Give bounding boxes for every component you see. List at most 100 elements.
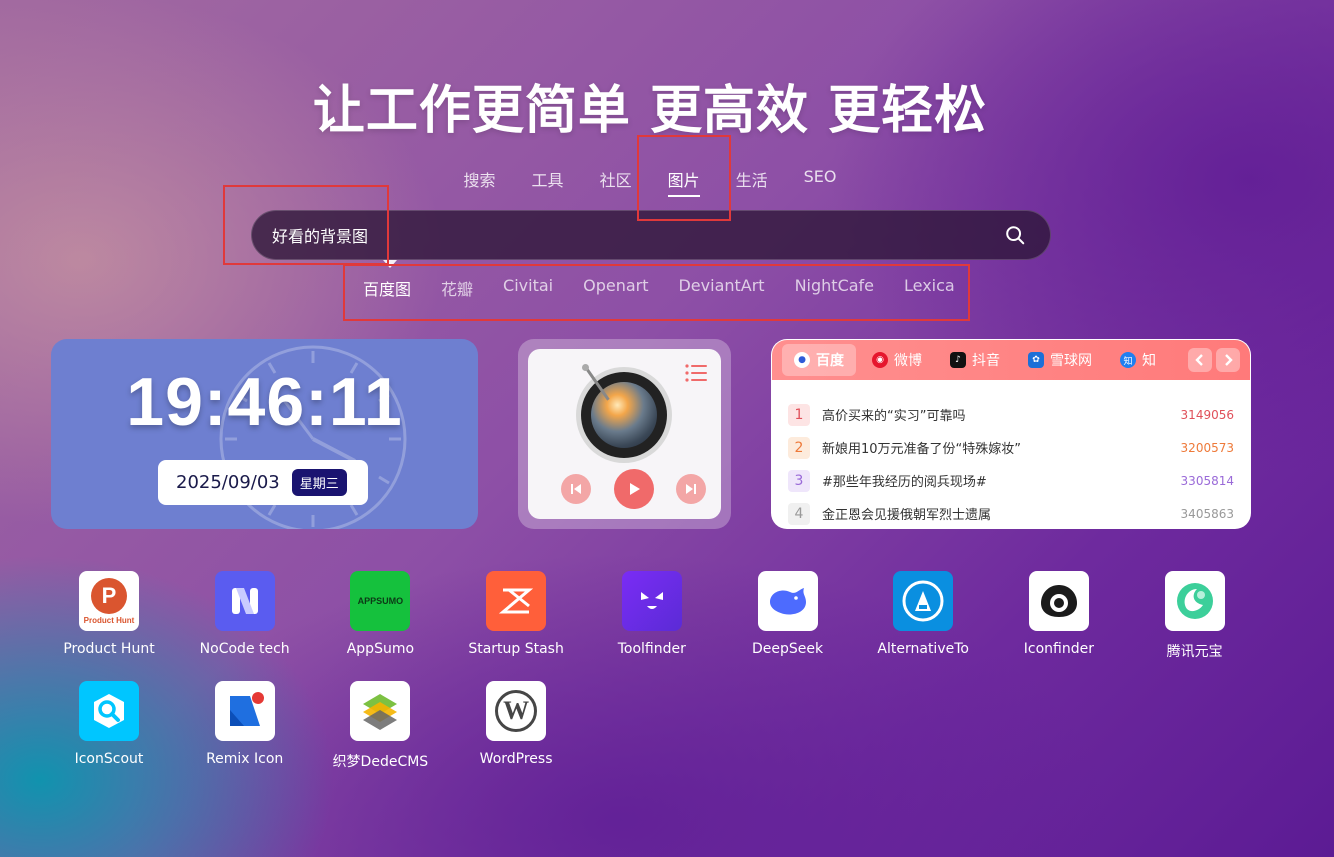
engine-civitai[interactable]: Civitai [503,276,553,300]
iconfinder-eye-icon [1028,571,1089,631]
app-label: 腾讯元宝 [1166,644,1223,660]
engine-huaban[interactable]: 花瓣 [441,276,473,300]
app-label: Toolfinder [617,641,686,657]
clock-time: 19:46:11 [126,364,403,440]
app-label: 织梦DedeCMS [332,754,429,770]
chevron-right-icon [1225,354,1233,366]
tab-search[interactable]: 搜索 [464,164,496,195]
app-label: NoCode tech [199,641,290,657]
tab-images[interactable]: 图片 [667,164,700,197]
trending-tab-weibo[interactable]: ◉ 微博 [860,344,934,376]
trending-tab-zhihu[interactable]: 知 知 [1108,344,1168,376]
app-shortcut-dedecms[interactable]: 织梦DedeCMS [312,681,448,771]
app-label: AppSumo [346,641,415,657]
trending-item[interactable]: 4 金正恩会见援俄朝军烈士遗属 3405863 [788,497,1234,528]
app-shortcut-alternativeto[interactable]: AlternativeTo [855,571,991,657]
toolfinder-icon [621,571,682,631]
date-pill: 2025/09/03 星期三 [158,460,368,505]
trending-title: 新娘用10万元准备了份“特殊嫁妆” [822,442,1022,457]
engine-list: 百度图 花瓣 Civitai Openart DeviantArt NightC… [348,276,985,300]
music-player-panel [528,349,721,519]
scroll-right-button[interactable] [1216,348,1240,372]
app-shortcut-remix-icon[interactable]: Remix Icon [177,681,313,767]
engine-deviantart[interactable]: DeviantArt [678,276,764,300]
app-label: Product Hunt [63,641,155,657]
app-label: Startup Stash [468,641,564,657]
app-label: DeepSeek [751,641,824,657]
engine-openart[interactable]: Openart [583,276,648,300]
trending-tab-baidu[interactable]: ● 百度 [782,344,856,376]
app-shortcut-toolfinder[interactable]: Toolfinder [584,571,720,657]
deepseek-whale-icon [757,571,818,631]
trending-item[interactable]: 3 #那些年我经历的阅兵现场# 3305814 [788,464,1234,497]
tonearm-pivot [582,364,589,371]
engine-nightcafe[interactable]: NightCafe [795,276,874,300]
tab-community[interactable]: 社区 [600,164,632,195]
remix-icon-logo [214,681,275,741]
appsumo-icon: APPSUMO [350,571,411,631]
app-label: WordPress [479,751,553,767]
weekday-badge: 星期三 [291,469,347,496]
search-icon [1006,226,1025,245]
skip-forward-icon [686,484,696,494]
chevron-left-icon [1195,354,1203,366]
app-shortcut-iconscout[interactable]: IconScout [41,681,177,767]
app-shortcut-nocode-tech[interactable]: NoCode tech [177,571,313,657]
search-input[interactable] [272,225,1000,245]
trending-heat-count: 3405863 [1180,506,1234,521]
app-shortcut-tencent-yuanbao[interactable]: 腾讯元宝 [1127,571,1263,661]
trending-rank: 1 [788,403,810,426]
product-hunt-icon: P Product Hunt [79,571,139,631]
trending-title: #那些年我经历的阅兵现场# [822,475,987,490]
engine-baidu-image[interactable]: 百度图 [363,276,411,300]
trending-item[interactable]: 1 高价买来的“实习”可靠吗 3149056 [788,398,1234,431]
tab-tools[interactable]: 工具 [532,164,564,195]
scroll-left-button[interactable] [1188,348,1212,372]
trending-heat-count: 3305814 [1180,473,1234,488]
tab-life[interactable]: 生活 [736,164,768,195]
trending-rank: 2 [788,436,810,459]
startup-stash-icon [486,571,547,631]
trending-heat-count: 3149056 [1180,407,1234,422]
nocode-tech-icon [214,571,275,631]
engine-lexica[interactable]: Lexica [904,276,955,300]
playlist-icon[interactable] [685,363,707,383]
dedecms-icon [350,681,411,741]
app-label: AlternativeTo [877,641,969,657]
app-shortcut-iconfinder-eye[interactable]: Iconfinder [991,571,1127,657]
trending-item[interactable]: 2 新娘用10万元准备了份“特殊嫁妆” 3200573 [788,431,1234,464]
app-shortcut-wordpress[interactable]: W WordPress [448,681,584,767]
trending-tab-xueqiu[interactable]: ✿ 雪球网 [1016,344,1104,376]
xueqiu-icon: ✿ [1028,352,1044,368]
previous-track-button[interactable] [561,474,591,504]
play-button[interactable] [614,469,654,509]
tencent-yuanbao-icon [1164,571,1225,631]
baidu-paw-icon: ● [794,352,810,368]
app-shortcut-appsumo[interactable]: APPSUMO AppSumo [312,571,448,657]
alternativeto-icon [893,571,954,631]
app-shortcut-startup-stash[interactable]: Startup Stash [448,571,584,657]
trending-widget: ● 百度 ◉ 微博 ♪ 抖音 ✿ 雪球网 知 知 1 高价买来的“实习”可靠吗 31 [771,339,1251,529]
trending-source-tabs: ● 百度 ◉ 微博 ♪ 抖音 ✿ 雪球网 知 知 [772,340,1250,380]
app-label: Remix Icon [206,751,284,767]
trending-tab-douyin[interactable]: ♪ 抖音 [938,344,1012,376]
iconscout-icon [79,681,139,741]
trending-list: 1 高价买来的“实习”可靠吗 3149056 2 新娘用10万元准备了份“特殊嫁妆” 32… [772,380,1250,528]
zhihu-icon: 知 [1120,352,1136,368]
play-icon [630,483,640,495]
trending-heat-count: 3200573 [1180,440,1234,455]
app-shortcut-product-hunt[interactable]: P Product Hunt Product Hunt [41,571,177,657]
wordpress-icon: W [486,681,547,741]
trending-title: 高价买来的“实习”可靠吗 [822,409,966,424]
weibo-icon: ◉ [872,352,888,368]
trending-title: 金正恩会见援俄朝军烈士遗属 [822,508,992,523]
app-shortcut-deepseek-whale[interactable]: DeepSeek [720,571,856,657]
category-tabs: 搜索 工具 社区 图片 生活 SEO [0,164,1300,197]
date-text: 2025/09/03 [176,472,280,493]
trending-rank: 4 [788,502,810,525]
page-headline: 让工作更简单 更高效 更轻松 [312,81,988,141]
skip-back-icon [571,484,581,494]
search-button[interactable] [1000,220,1030,250]
next-track-button[interactable] [676,474,706,504]
tab-seo[interactable]: SEO [804,164,837,195]
